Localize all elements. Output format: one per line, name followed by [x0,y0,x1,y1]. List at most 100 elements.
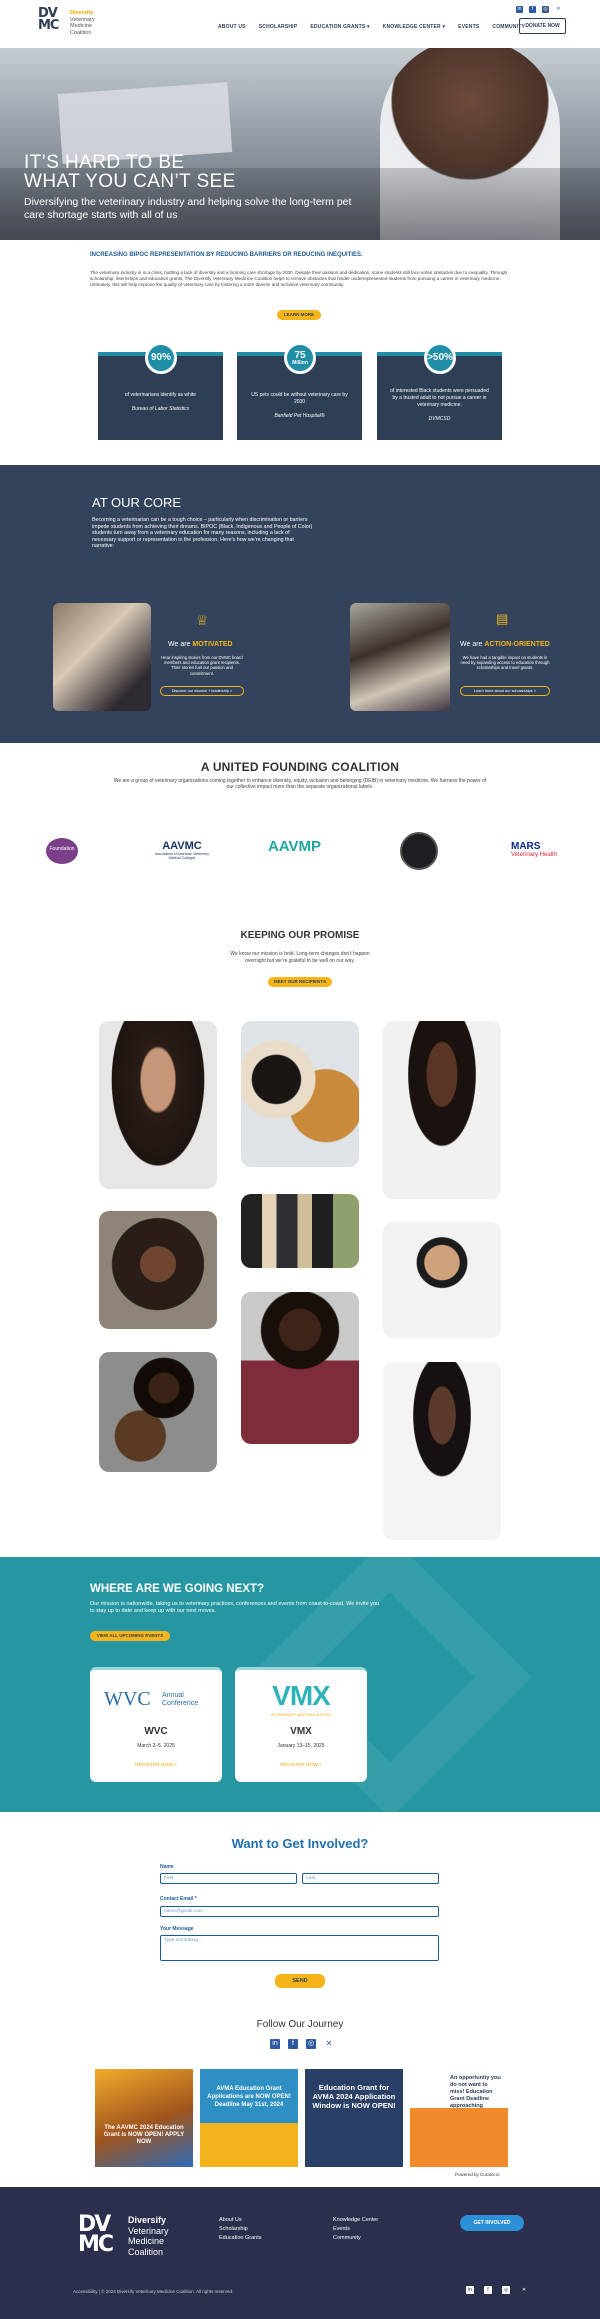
event-card-wvc[interactable]: WVC Annual Conference WVC March 2–5, 202… [90,1667,222,1782]
barriers-heading: INCREASING BIPOC REPRESENTATION BY REDUC… [90,252,363,258]
footer-col2: Knowledge Center Events Community [333,2216,378,2243]
action-heading: We are ACTION-ORIENTED [460,641,550,648]
logo-line1: Diversify [70,10,94,16]
powered-by: Powered by Curator.io [455,2172,500,2177]
events-section: WHERE ARE WE GOING NEXT? Our mission is … [0,1557,600,1812]
vmx-logo: VMX [272,1680,331,1711]
hero-banner: IT’S HARD TO BE WHAT YOU CAN’T SEE Divers… [0,48,600,240]
logo[interactable]: DV MC Diversify Veterinary Medicine Coalitio… [38,7,108,40]
coalition-body: We are a group of veterinary organizatio… [113,778,487,791]
footer-logo-text: Diversify Veterinary Medicine Coalition [128,2215,169,2257]
scholarships-link[interactable]: Learn more about our scholarships > [460,686,550,696]
instagram-icon[interactable]: ◎ [542,6,549,13]
logo-line4: Coalition [70,29,92,36]
site-header: DV MC Diversify Veterinary Medicine Coalitio… [0,0,600,48]
linkedin-icon[interactable]: in [270,2039,280,2049]
linkedin-icon[interactable]: in [516,6,523,13]
foundation-logo[interactable]: Foundation [40,832,84,872]
stat-card: 75 Million US pets could be without veter… [237,342,362,440]
meet-recipients-button[interactable]: MEET OUR RECIPIENTS [268,977,332,987]
social-post[interactable]: An opportunity you do not want to miss! … [410,2069,508,2167]
board-members-photo [53,603,151,711]
form-title: Want to Get Involved? [231,1836,369,1851]
view-events-button[interactable]: VIEW ALL UPCOMING EVENTS [90,1631,170,1641]
event-card-vmx[interactable]: VMX VETERINARY MEETING & EXPO VMX Januar… [235,1667,367,1782]
action-desc: We have had a tangible impact on student… [460,655,550,671]
nav-knowledge-center[interactable]: KNOWLEDGE CENTER ▾ [383,24,446,30]
mission-leadership-link[interactable]: Discover our mission + leadership > [160,686,244,696]
copyright: Accessibility | © 2024 Diversify Veterin… [73,2289,234,2294]
site-footer: DV MC Diversify Veterinary Medicine Coalitio… [0,2187,600,2319]
last-name-input[interactable]: Last [302,1873,439,1884]
x-icon[interactable]: ✕ [555,6,562,13]
stat-card: 90% of veterinarians identify as white Bu… [98,342,223,440]
recipient-photo [99,1352,217,1472]
hero-subtitle: Diversifying the veterinary industry and… [24,196,352,221]
clipboard-icon: ▤ [496,611,509,626]
hero-title: IT’S HARD TO BE WHAT YOU CAN’T SEE [24,152,236,192]
social-post[interactable]: Education Grant for AVMA 2024 Applicatio… [305,2069,403,2167]
recipient-photo [99,1021,217,1189]
register-link[interactable]: REGISTER NOW > [235,1763,367,1768]
barriers-section: INCREASING BIPOC REPRESENTATION BY REDUC… [0,240,600,465]
footer-col1: About Us Scholarship Education Grants [219,2216,262,2243]
follow-social: in f ◎ ✕ [270,2039,334,2049]
nav-scholarship[interactable]: SCHOLARSHIP [259,24,298,30]
message-textarea[interactable]: Type something... [160,1935,439,1961]
events-title: WHERE ARE WE GOING NEXT? [90,1583,264,1595]
x-icon[interactable]: ✕ [520,2286,528,2294]
society-seal-logo[interactable] [400,832,438,870]
donate-button[interactable]: DONATE NOW [519,18,566,34]
aavmc-logo[interactable]: AAVMC Association of American Veterinary… [152,840,212,860]
footer-logo-mark[interactable]: DV MC [78,2214,114,2256]
footer-link-events[interactable]: Events [333,2225,378,2234]
footer-social: in f ◎ ✕ [466,2286,528,2294]
email-input[interactable]: name@gmail.com [160,1906,439,1917]
recipient-photo [383,1222,501,1338]
motivated-desc: Hear inspiring stories from our DVMC boa… [161,655,243,676]
core-title: AT OUR CORE [92,495,182,510]
core-section: AT OUR CORE Becoming a veterinarian can … [0,465,600,743]
wvc-logo: WVC [104,1688,151,1710]
recipient-photo [99,1211,217,1329]
footer-link-scholarship[interactable]: Scholarship [219,2225,262,2234]
footer-link-grants[interactable]: Education Grants [219,2234,262,2243]
students-photo [350,603,450,711]
stat-value: 90% [145,342,177,374]
facebook-icon[interactable]: f [529,6,536,13]
footer-link-knowledge[interactable]: Knowledge Center [333,2216,378,2225]
nav-education-grants[interactable]: EDUCATION GRANTS ▾ [310,24,369,30]
logo-line3: Medicine [70,23,93,29]
social-post[interactable]: The AAVMC 2024 Education Grant is NOW OP… [95,2069,193,2167]
recipient-photo [241,1292,359,1444]
nav-events[interactable]: EVENTS [458,24,479,30]
trophy-icon: ♕ [196,612,209,628]
header-social: in f ◎ ✕ [516,6,562,13]
core-body: Becoming a veterinarian can be a tough c… [92,517,313,550]
promise-body: We know our mission is bold. Long-term c… [230,951,370,964]
mars-logo[interactable]: MARS Veterinary Health [511,841,557,858]
x-icon[interactable]: ✕ [324,2039,334,2049]
facebook-icon[interactable]: f [484,2286,492,2294]
get-involved-button[interactable]: GET INVOLVED [460,2215,524,2231]
footer-link-about[interactable]: About Us [219,2216,262,2225]
main-nav: ABOUT US SCHOLARSHIP EDUCATION GRANTS ▾ … [218,24,525,30]
barriers-body: The veterinary industry is in a crisis, … [90,270,508,287]
stat-value: >50% [424,342,456,374]
instagram-icon[interactable]: ◎ [502,2286,510,2294]
recipient-photo [241,1021,359,1167]
facebook-icon[interactable]: f [288,2039,298,2049]
register-link[interactable]: REGISTER NOW > [90,1763,222,1768]
recipient-photo [383,1021,501,1199]
send-button[interactable]: SEND [275,1974,325,1988]
logo-line2: Veterinary [70,16,95,23]
learn-more-button[interactable]: LEARN MORE [277,310,321,320]
aavmp-logo[interactable]: AAVMP [268,838,321,855]
first-name-input[interactable]: First [160,1873,297,1884]
linkedin-icon[interactable]: in [466,2286,474,2294]
social-post[interactable]: AVMA Education Grant Applications are NO… [200,2069,298,2167]
footer-link-community[interactable]: Community [333,2234,378,2243]
nav-about[interactable]: ABOUT US [218,24,246,30]
recipient-group-photo [241,1194,359,1268]
instagram-icon[interactable]: ◎ [306,2039,316,2049]
